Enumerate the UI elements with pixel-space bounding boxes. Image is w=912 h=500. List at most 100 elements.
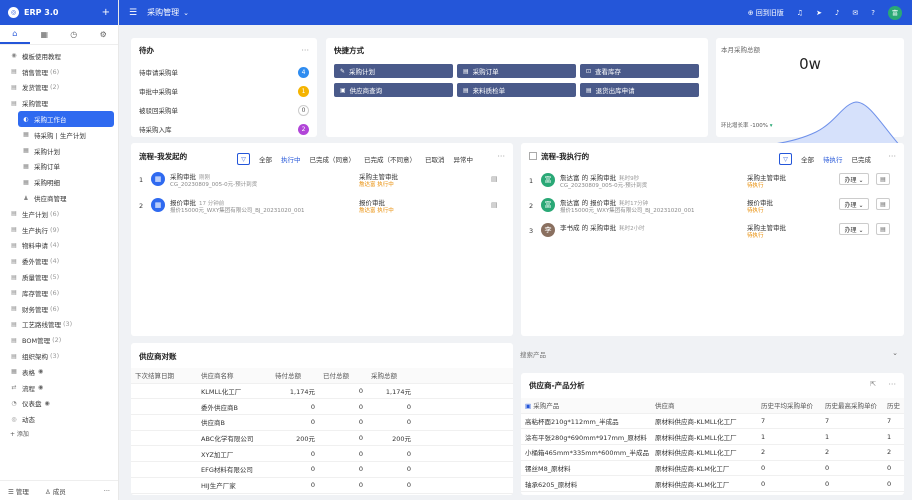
document-icon[interactable]: ▤ xyxy=(876,223,890,235)
filter-tab[interactable]: 已完成 xyxy=(852,154,872,164)
product-search-input[interactable] xyxy=(520,348,880,361)
filter-tab[interactable]: 异常中 xyxy=(454,154,474,164)
shortcut-button[interactable]: ▣ 供应商查询 xyxy=(334,83,453,97)
handle-button[interactable]: 办理 ⌄ xyxy=(839,173,869,185)
table-row[interactable]: 小桶箱465mm*335mm*600mm_半成品 原材料供应商-KLMLL化工厂 2… xyxy=(521,445,904,461)
more-icon[interactable]: ··· xyxy=(301,46,309,55)
table-row[interactable]: XYZ加工厂 0 0 0 xyxy=(131,446,513,463)
column-header[interactable]: 已付总额 xyxy=(319,370,367,380)
column-header[interactable]: 历史最高采购单价 xyxy=(821,400,883,410)
sidebar-item[interactable]: ♟ 供应商管理 xyxy=(0,190,118,206)
back-to-old-version-button[interactable]: ⊕ 回到旧版 xyxy=(748,8,784,18)
sidebar-item[interactable]: ◎ 动态 xyxy=(0,411,118,427)
shortcut-button[interactable]: ⊡ 查看库存 xyxy=(580,64,699,78)
filter-tab[interactable]: 待执行 xyxy=(823,154,843,164)
sidebar-item[interactable]: ▤ 财务管理 (6) xyxy=(0,301,118,317)
column-header[interactable]: 历史平均采购单价 xyxy=(757,400,821,410)
flow-row[interactable]: 2 富詹达富 的 报价审批 耗时17分钟 报价15000元_WXY集团有限公司_BJ_… xyxy=(529,197,896,219)
filter-tab[interactable]: 已取消 xyxy=(425,154,445,164)
column-header[interactable]: 供应商 xyxy=(651,400,757,410)
select-all-checkbox[interactable] xyxy=(529,152,537,160)
shortcut-button[interactable]: ▤ 来料质检单 xyxy=(457,83,576,97)
eye-icon[interactable]: ◉ xyxy=(45,400,50,407)
document-icon[interactable]: ▤ xyxy=(876,173,890,185)
sidebar-item[interactable]: ▤ 发货管理 (2) xyxy=(0,80,118,96)
shortcut-button[interactable]: ▤ 采购订单 xyxy=(457,64,576,78)
chevron-down-icon[interactable]: ⌄ xyxy=(183,9,189,17)
sidebar-item[interactable]: ▤ 组织架构 (3) xyxy=(0,348,118,364)
table-row[interactable]: EFG材料有限公司 0 0 0 xyxy=(131,462,513,478)
flow-row[interactable]: 3 李李书成 的 采购审批 耗时2小时 采购主管审批 待执行 办理 ⌄ ▤ xyxy=(529,222,896,244)
table-row[interactable]: 委外供应商B 0 0 0 xyxy=(131,399,513,416)
column-header[interactable]: 待付总额 xyxy=(271,370,319,380)
todo-row[interactable]: 审批中采购单 1 xyxy=(139,85,309,97)
handle-button[interactable]: 办理 ⌄ xyxy=(839,198,869,210)
page-title[interactable]: 采购管理 xyxy=(147,7,179,18)
send-icon[interactable]: ➤ xyxy=(816,9,822,17)
handle-button[interactable]: 办理 ⌄ xyxy=(839,223,869,235)
checkbox-icon[interactable]: ▣ xyxy=(525,402,533,410)
filter-tab[interactable]: 全部 xyxy=(801,154,814,164)
expand-icon[interactable]: ⇱ xyxy=(870,380,876,388)
bell-icon[interactable]: ♪ xyxy=(835,9,839,17)
document-icon[interactable]: ▤ xyxy=(491,201,498,209)
flow-row[interactable]: 2 ▦ 报价审批 17 分钟前 报价15000元_WXY集团有限公司_BJ_202310… xyxy=(139,197,505,219)
filter-icon[interactable]: ▽ xyxy=(237,153,250,165)
table-icon[interactable]: ▦ xyxy=(30,25,60,44)
column-header[interactable]: ▣ 采购产品 xyxy=(521,400,651,410)
sidebar-item[interactable]: ▤ 生产计划 (6) xyxy=(0,206,118,222)
table-row[interactable]: 高粘杯面210g*112mm_半成品 原材料供应商-KLMLL化工厂 7 7 7 xyxy=(521,414,904,430)
todo-row[interactable]: 待审请采购单 4 xyxy=(139,66,309,78)
sidebar-item[interactable]: ▦ 待采购 | 生产计划 xyxy=(0,127,118,143)
more-icon[interactable]: ··· xyxy=(888,380,896,389)
filter-tab[interactable]: 已完成（同意） xyxy=(310,154,356,164)
sidebar-item[interactable]: ▦ 表格 ◉ xyxy=(0,364,118,380)
todo-row[interactable]: 被驳回采购单 0 xyxy=(139,104,309,116)
sidebar-item[interactable]: ▤ 生产执行 (9) xyxy=(0,222,118,238)
filter-tab[interactable]: 全部 xyxy=(259,154,272,164)
document-icon[interactable]: ▤ xyxy=(491,175,498,183)
eye-icon[interactable]: ◉ xyxy=(38,384,43,391)
column-header[interactable]: 下次结算日期 xyxy=(131,370,197,380)
sidebar-item[interactable]: ▤ 物料申请 (4) xyxy=(0,238,118,254)
document-icon[interactable]: ▤ xyxy=(876,198,890,210)
sidebar-item[interactable]: ▤ 委外管理 (4) xyxy=(0,253,118,269)
sidebar-item[interactable]: ◉ 模板使用教程 xyxy=(0,48,118,64)
mail-icon[interactable]: ✉ xyxy=(852,9,858,17)
home-icon[interactable]: ⌂ xyxy=(0,25,30,44)
table-row[interactable]: 镙丝M8_原材料 原材料供应商-KLM化工厂 0 0 0 xyxy=(521,461,904,477)
members-button[interactable]: ♙ 成员 xyxy=(45,486,66,496)
manage-button[interactable]: ☰ 管理 xyxy=(8,486,29,496)
column-header[interactable]: 供应商名称 xyxy=(197,370,271,380)
filter-icon[interactable]: ▽ xyxy=(779,153,792,165)
table-row[interactable]: 供应商B 0 0 0 xyxy=(131,415,513,431)
chevron-down-icon[interactable]: ⌄ xyxy=(892,349,898,357)
sidebar-item[interactable]: ⇄ 流程 ◉ xyxy=(0,380,118,396)
table-row[interactable]: KLMLL化工厂 1,174元 0 1,174元 xyxy=(131,384,513,400)
filter-tab[interactable]: 执行中 xyxy=(281,154,301,164)
filter-tab[interactable]: 已完成（不同意） xyxy=(364,154,416,164)
table-row[interactable]: ABC化学有限公司 200元 0 200元 xyxy=(131,431,513,447)
headset-icon[interactable]: ♫ xyxy=(797,9,803,17)
eye-icon[interactable]: ◉ xyxy=(38,368,43,375)
clock-icon[interactable]: ◷ xyxy=(59,25,89,44)
sidebar-item[interactable]: ▦ 采购计划 xyxy=(0,143,118,159)
column-header[interactable]: 历史 xyxy=(883,400,904,410)
table-row[interactable]: 轴承6205_原材料 原材料供应商-KLM化工厂 0 0 0 xyxy=(521,476,904,493)
sidebar-item[interactable]: ▤ 采购管理 xyxy=(0,95,118,111)
sidebar-item[interactable]: ▤ 销售管理 (6) xyxy=(0,64,118,80)
sidebar-item[interactable]: ▤ BOM管理 (2) xyxy=(0,332,118,348)
table-row[interactable]: 涂布平张280g*690mm*917mm_原材料 原材料供应商-KLMLL化工厂 1… xyxy=(521,429,904,446)
tool-icon[interactable]: ⚙ xyxy=(89,25,119,44)
flow-row[interactable]: 1 富詹达富 的 采购审批 耗时9秒 CG_20230809_005-0元-预计到货采… xyxy=(529,172,896,194)
sidebar-item[interactable]: ▦ 采购订单 xyxy=(0,159,118,175)
shortcut-button[interactable]: ✎ 采购计划 xyxy=(334,64,453,78)
sidebar-item[interactable]: ▤ 质量管理 (5) xyxy=(0,269,118,285)
sidebar-item[interactable]: ▤ 库存管理 (6) xyxy=(0,285,118,301)
sidebar-item[interactable]: ◐ 采购工作台 xyxy=(18,111,114,127)
menu-toggle-icon[interactable]: ☰ xyxy=(129,8,137,18)
shortcut-button[interactable]: ▤ 退货出库申请 xyxy=(580,83,699,97)
help-icon[interactable]: ? xyxy=(871,9,875,17)
avatar[interactable]: 富 xyxy=(888,5,902,20)
add-icon[interactable]: + xyxy=(102,7,110,18)
